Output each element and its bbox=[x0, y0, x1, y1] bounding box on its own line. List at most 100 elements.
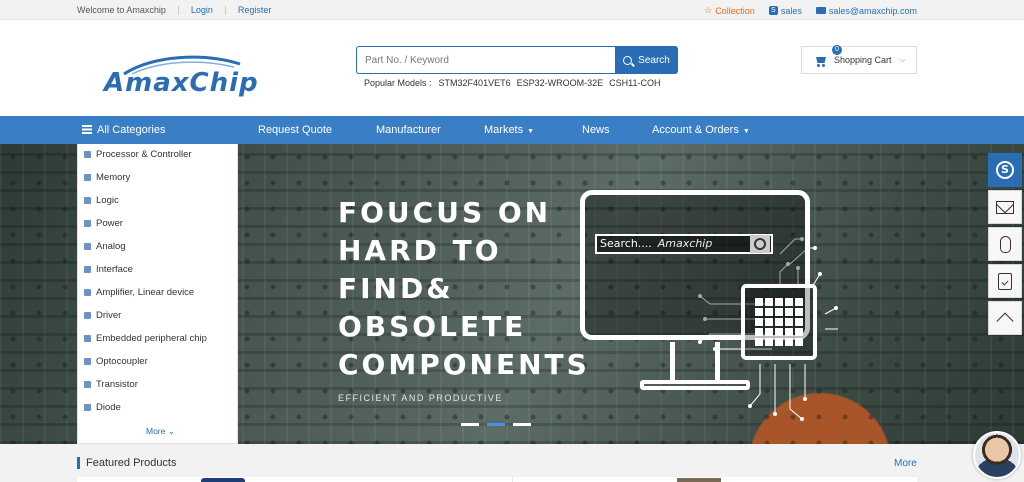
more-label: More bbox=[146, 426, 166, 436]
search-bar: Search bbox=[356, 46, 678, 74]
star-icon: ☆ bbox=[704, 5, 713, 15]
skype-icon: S bbox=[768, 6, 778, 15]
search-button-label: Search bbox=[638, 54, 670, 66]
category-label: Driver bbox=[96, 309, 122, 321]
chevron-down-icon: ▼ bbox=[527, 128, 535, 135]
category-item[interactable]: Diode bbox=[78, 397, 239, 417]
headline-line: FOUCUS ON bbox=[338, 196, 552, 229]
transistor-icon bbox=[84, 380, 91, 388]
back-to-top-button[interactable] bbox=[988, 301, 1022, 335]
chevron-down-icon: ⌄ bbox=[167, 426, 175, 436]
category-label: Interface bbox=[96, 263, 133, 275]
search-button[interactable]: Search bbox=[615, 46, 678, 74]
category-item[interactable]: Embedded peripheral chip bbox=[78, 328, 239, 348]
chevron-down-icon: ⌵ bbox=[899, 55, 906, 64]
product-image[interactable] bbox=[201, 478, 245, 482]
carousel-dot-active[interactable] bbox=[487, 423, 505, 426]
category-item[interactable]: Memory bbox=[78, 167, 239, 187]
cart-icon bbox=[815, 55, 827, 67]
category-menu: Processor & Controller Memory Logic Powe… bbox=[77, 144, 238, 444]
product-image[interactable] bbox=[677, 478, 721, 482]
nav-label: Account & Orders bbox=[652, 124, 739, 136]
register-link[interactable]: Register bbox=[238, 5, 272, 15]
welcome-text: Welcome to Amaxchip bbox=[77, 5, 166, 15]
carousel-dot[interactable] bbox=[513, 423, 531, 426]
memory-icon bbox=[84, 173, 91, 181]
nav-manufacturer[interactable]: Manufacturer bbox=[376, 116, 441, 144]
history-button[interactable] bbox=[988, 227, 1022, 261]
shopping-cart-button[interactable]: 0 Shopping Cart ⌵ bbox=[801, 45, 917, 74]
peripheral-chip-icon bbox=[84, 334, 91, 342]
category-label: Memory bbox=[96, 171, 131, 183]
live-chat-avatar[interactable] bbox=[973, 431, 1021, 479]
search-icon bbox=[623, 55, 633, 65]
nav-label: Markets bbox=[484, 124, 524, 136]
nav-request-quote[interactable]: Request Quote bbox=[258, 116, 332, 144]
login-link[interactable]: Login bbox=[191, 5, 213, 15]
nav-news[interactable]: News bbox=[582, 116, 610, 144]
nav-label: News bbox=[582, 124, 610, 136]
skype-contact-button[interactable]: S bbox=[988, 153, 1022, 187]
logo[interactable]: AmaxChip bbox=[104, 54, 264, 104]
popular-model-link[interactable]: STM32F401VET6 bbox=[439, 78, 511, 88]
category-item[interactable]: Power bbox=[78, 213, 239, 233]
top-bar: Welcome to Amaxchip Login Register ☆ Col… bbox=[0, 0, 1024, 20]
featured-more-link[interactable]: More bbox=[894, 458, 917, 469]
headline-line: OBSOLETE bbox=[338, 310, 527, 343]
category-item[interactable]: Transistor bbox=[78, 374, 239, 394]
nav-markets[interactable]: Markets ▼ bbox=[484, 116, 534, 144]
mail-icon bbox=[815, 7, 826, 14]
popular-model-link[interactable]: CSH11-COH bbox=[609, 78, 660, 88]
illustration-search-icon bbox=[750, 235, 770, 253]
category-label: Analog bbox=[96, 240, 126, 252]
divider bbox=[512, 477, 513, 482]
nav-all-categories[interactable]: All Categories bbox=[82, 116, 165, 144]
category-item[interactable]: Amplifier, Linear device bbox=[78, 282, 239, 302]
inquiry-button[interactable] bbox=[988, 264, 1022, 298]
category-item[interactable]: Processor & Controller bbox=[78, 144, 239, 164]
skype-link[interactable]: S sales bbox=[768, 6, 802, 16]
popular-label: Popular Models : bbox=[364, 78, 432, 88]
chevron-down-icon: ▼ bbox=[742, 128, 750, 135]
category-item[interactable]: Driver bbox=[78, 305, 239, 325]
chip-icon bbox=[741, 284, 817, 360]
power-icon bbox=[84, 219, 91, 227]
product-strip bbox=[77, 477, 917, 482]
category-item[interactable]: Analog bbox=[78, 236, 239, 256]
driver-icon bbox=[84, 311, 91, 319]
email-label: sales@amaxchip.com bbox=[828, 5, 917, 16]
collection-link[interactable]: ☆ Collection bbox=[704, 5, 755, 16]
category-label: Amplifier, Linear device bbox=[96, 286, 195, 298]
email-link[interactable]: sales@amaxchip.com bbox=[815, 5, 917, 16]
cart-count-badge: 0 bbox=[832, 45, 842, 55]
more-categories-link[interactable]: More ⌄ bbox=[146, 426, 175, 437]
menu-icon bbox=[82, 125, 92, 134]
monitor-base bbox=[640, 380, 750, 390]
floating-toolbar: S bbox=[988, 153, 1024, 338]
interface-icon bbox=[84, 265, 91, 273]
nav-account-orders[interactable]: Account & Orders ▼ bbox=[652, 116, 750, 144]
header: AmaxChip Search Popular Models : STM32F4… bbox=[0, 20, 1024, 116]
category-label: Optocoupler bbox=[96, 355, 148, 367]
email-contact-button[interactable] bbox=[988, 190, 1022, 224]
search-input[interactable] bbox=[356, 46, 615, 74]
divider bbox=[177, 5, 179, 15]
cart-label: Shopping Cart bbox=[834, 55, 892, 65]
carousel-dot[interactable] bbox=[461, 423, 479, 426]
mail-icon bbox=[996, 200, 1014, 214]
category-label: Transistor bbox=[96, 378, 138, 390]
banner-tagline: EFFICIENT AND PRODUCTIVE bbox=[338, 393, 503, 403]
main-nav: All Categories Request Quote Manufacture… bbox=[0, 116, 1024, 144]
monitor-illustration: Search.... Amaxchip bbox=[580, 190, 817, 405]
popular-models: Popular Models : STM32F401VET6 ESP32-WRO… bbox=[364, 78, 666, 88]
illustration-brand: Amaxchip bbox=[657, 237, 713, 250]
category-item[interactable]: Logic bbox=[78, 190, 239, 210]
popular-model-link[interactable]: ESP32-WROOM-32E bbox=[517, 78, 604, 88]
category-item[interactable]: Interface bbox=[78, 259, 239, 279]
analog-icon bbox=[84, 242, 91, 250]
collection-label: Collection bbox=[715, 5, 755, 16]
diode-icon bbox=[84, 403, 91, 411]
back-to-top-icon bbox=[996, 312, 1014, 330]
category-label: Power bbox=[96, 217, 123, 229]
category-item[interactable]: Optocoupler bbox=[78, 351, 239, 371]
